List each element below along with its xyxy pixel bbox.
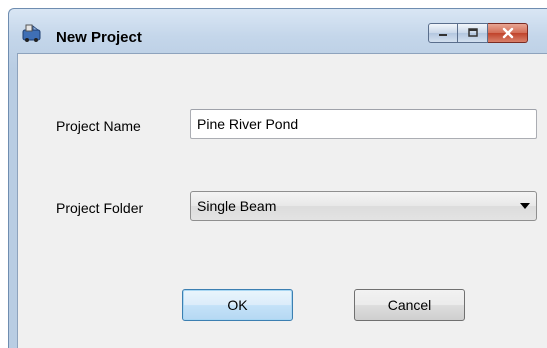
minimize-button[interactable] bbox=[428, 23, 458, 43]
ok-button[interactable]: OK bbox=[182, 289, 293, 321]
project-name-label: Project Name bbox=[56, 118, 141, 134]
new-project-dialog: New Project Project Name Proj bbox=[8, 8, 547, 348]
project-name-input[interactable] bbox=[190, 109, 537, 139]
project-folder-label: Project Folder bbox=[56, 200, 144, 216]
dialog-body: Project Name Project Folder Single Beam … bbox=[17, 53, 547, 348]
window-title: New Project bbox=[56, 29, 142, 46]
project-folder-selected-value: Single Beam bbox=[197, 198, 277, 214]
dropdown-arrow-icon[interactable] bbox=[520, 203, 530, 209]
minimize-icon bbox=[439, 34, 447, 36]
cancel-button[interactable]: Cancel bbox=[354, 289, 465, 321]
app-icon bbox=[22, 24, 41, 42]
caption-buttons bbox=[428, 23, 528, 43]
close-icon bbox=[502, 27, 513, 39]
title-bar[interactable]: New Project bbox=[9, 9, 547, 53]
maximize-icon bbox=[467, 28, 478, 37]
project-folder-select[interactable]: Single Beam bbox=[190, 191, 537, 221]
maximize-button[interactable] bbox=[458, 23, 488, 43]
close-button[interactable] bbox=[488, 23, 528, 43]
